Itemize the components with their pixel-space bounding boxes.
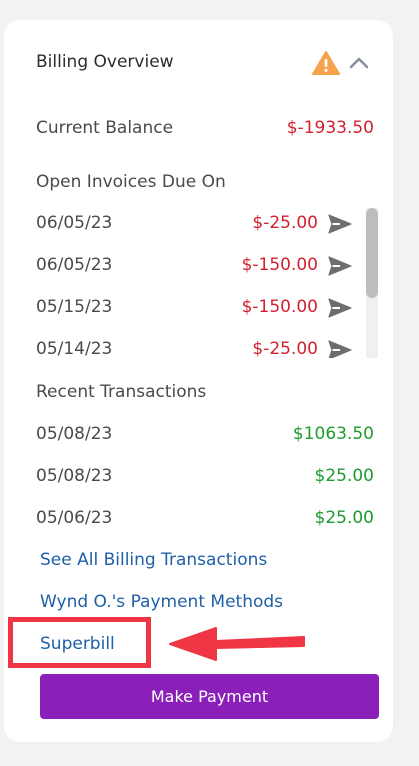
payment-methods-link[interactable]: Wynd O.'s Payment Methods bbox=[40, 592, 283, 612]
send-arrow-icon[interactable] bbox=[328, 340, 352, 358]
invoices-scrollbar[interactable] bbox=[366, 208, 378, 358]
invoice-date: 06/05/23 bbox=[36, 213, 113, 233]
send-arrow-icon[interactable] bbox=[328, 256, 352, 276]
invoice-date: 05/14/23 bbox=[36, 339, 113, 358]
invoices-scrollbar-thumb[interactable] bbox=[366, 208, 378, 298]
invoice-row: 05/15/23 $-150.00 bbox=[36, 297, 356, 321]
billing-header[interactable]: Billing Overview bbox=[36, 40, 376, 84]
red-arrow-icon bbox=[169, 627, 305, 661]
transaction-amount: $25.00 bbox=[314, 466, 374, 486]
open-invoices-list: 06/05/23 $-25.00 06/05/23 $-150.00 05/15… bbox=[36, 206, 380, 358]
invoice-row: 05/14/23 $-25.00 bbox=[36, 339, 356, 358]
current-balance-value: $-1933.50 bbox=[286, 118, 374, 138]
invoice-date: 06/05/23 bbox=[36, 255, 113, 275]
transaction-date: 05/06/23 bbox=[36, 508, 113, 528]
invoice-amount: $-25.00 bbox=[252, 213, 318, 233]
invoice-row: 06/05/23 $-150.00 bbox=[36, 255, 356, 279]
invoice-date: 05/15/23 bbox=[36, 297, 113, 317]
transaction-amount: $1063.50 bbox=[292, 424, 374, 444]
recent-transactions-heading: Recent Transactions bbox=[36, 382, 207, 402]
highlight-box bbox=[8, 617, 151, 668]
transaction-date: 05/08/23 bbox=[36, 424, 113, 444]
warning-triangle-icon bbox=[312, 51, 340, 75]
billing-title: Billing Overview bbox=[36, 52, 174, 72]
invoice-amount: $-25.00 bbox=[252, 339, 318, 358]
invoice-amount: $-150.00 bbox=[241, 297, 318, 317]
chevron-up-icon[interactable] bbox=[348, 54, 370, 70]
send-arrow-icon[interactable] bbox=[328, 298, 352, 318]
see-all-billing-transactions-link[interactable]: See All Billing Transactions bbox=[40, 550, 267, 570]
invoice-row: 06/05/23 $-25.00 bbox=[36, 213, 356, 237]
current-balance-label: Current Balance bbox=[36, 118, 174, 138]
invoice-amount: $-150.00 bbox=[241, 255, 318, 275]
transaction-amount: $25.00 bbox=[314, 508, 374, 528]
send-arrow-icon[interactable] bbox=[328, 214, 352, 234]
open-invoices-heading: Open Invoices Due On bbox=[36, 172, 226, 192]
transaction-date: 05/08/23 bbox=[36, 466, 113, 486]
make-payment-button[interactable]: Make Payment bbox=[40, 674, 379, 719]
